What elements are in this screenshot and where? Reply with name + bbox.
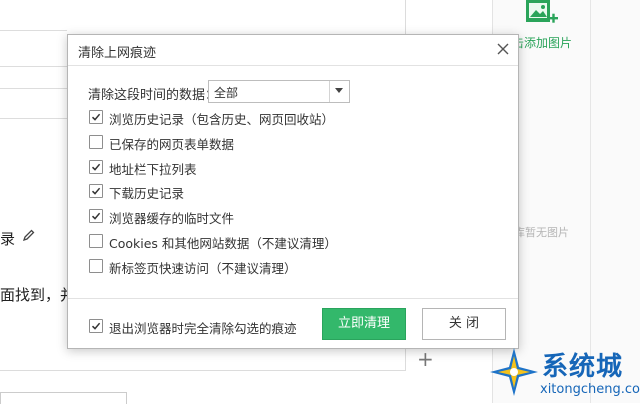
checkmark-icon	[91, 212, 101, 220]
option-label: Cookies 和其他网站数据（不建议清理）	[109, 236, 337, 251]
add-image-link[interactable]: 击添加图片	[512, 34, 572, 51]
sidebar-divider	[590, 0, 591, 403]
checkmark-icon	[91, 188, 101, 196]
dropdown-arrow[interactable]	[329, 81, 349, 102]
watermark-text: 系统城	[542, 352, 624, 382]
plus-icon[interactable]: +	[417, 349, 434, 369]
clear-now-button[interactable]: 立即清理	[322, 308, 406, 340]
close-button[interactable]: 关 闭	[422, 308, 506, 340]
background-text: 录	[0, 230, 16, 248]
option-checkbox[interactable]	[89, 209, 103, 224]
option-checkbox[interactable]	[89, 110, 103, 124]
pencil-icon[interactable]	[22, 228, 36, 242]
footer-divider	[68, 298, 518, 299]
triangle-down-icon	[335, 88, 343, 93]
option-label: 地址栏下拉列表	[109, 161, 197, 177]
checkmark-icon	[91, 163, 101, 171]
option-checkbox[interactable]	[89, 134, 103, 149]
time-range-value: 全部	[214, 86, 239, 100]
bottom-tab[interactable]	[0, 392, 127, 404]
option-label: 下载历史记录	[109, 186, 185, 202]
background-text: 面找到，并	[0, 286, 76, 304]
watermark: 系统城 xitongcheng.com	[488, 344, 640, 402]
time-range-select[interactable]: 全部	[208, 80, 350, 103]
clear-on-exit-label: 退出浏览器时完全清除勾选的痕迹	[109, 321, 297, 336]
clear-on-exit-checkbox[interactable]	[89, 319, 103, 333]
watermark-url: xitongcheng.com	[540, 382, 640, 397]
option-label: 浏览器缓存的临时文件	[109, 211, 235, 227]
time-range-label: 清除这段时间的数据：	[88, 88, 219, 103]
option-checkbox[interactable]	[89, 159, 103, 174]
option-checkbox[interactable]	[89, 184, 103, 199]
option-label: 新标签页快速访问（不建议清理）	[109, 260, 297, 276]
checkmark-icon	[91, 322, 101, 330]
add-image-icon[interactable]	[522, 0, 560, 28]
option-label: 已保存的网页表单数据	[109, 136, 235, 152]
option-checkbox[interactable]	[89, 234, 103, 248]
watermark-logo-icon	[490, 348, 538, 396]
clear-history-dialog: 清除上网痕迹 清除这段时间的数据： 全部 浏览历史记录（包含历史、网页回收站） 已…	[67, 34, 519, 349]
option-checkbox[interactable]	[89, 258, 103, 273]
dialog-title: 清除上网痕迹	[78, 46, 157, 61]
checkmark-icon	[91, 113, 101, 121]
close-icon[interactable]	[495, 41, 511, 57]
option-label: 浏览历史记录（包含历史、网页回收站）	[109, 112, 335, 127]
dialog-header: 清除上网痕迹	[68, 35, 518, 66]
empty-gallery-text: 库暂无图片	[514, 226, 569, 239]
